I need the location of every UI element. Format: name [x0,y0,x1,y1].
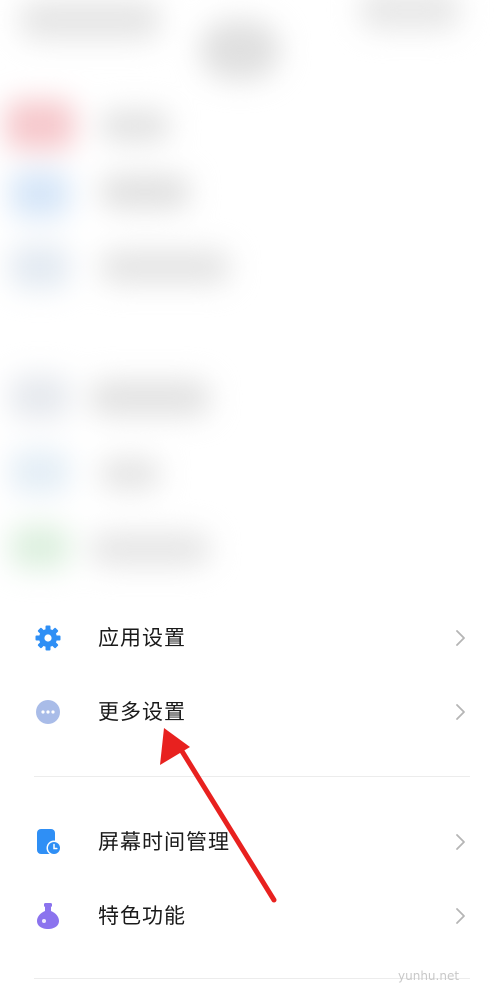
watermark-text: yunhu.net [398,969,460,983]
chevron-right-icon [456,834,465,850]
chevron-right-icon [456,630,465,646]
settings-item-label: 屏幕时间管理 [98,830,230,854]
settings-item-special-features[interactable]: 特色功能 [0,880,500,950]
settings-item-screen-time[interactable]: 屏幕时间管理 [0,806,500,876]
section-divider [34,776,470,777]
blurred-text-3 [100,250,230,284]
settings-item-app-settings[interactable]: 应用设置 [0,602,500,672]
blurred-icon-5 [10,450,70,494]
blurred-top-left [20,0,160,40]
gear-icon [35,625,61,651]
chevron-right-icon [456,908,465,924]
more-dots-icon [36,700,60,724]
screen-time-icon [37,829,62,856]
blurred-text-1 [100,110,170,142]
chevron-right-icon [456,704,465,720]
blurred-text-6 [90,532,210,566]
settings-item-label: 更多设置 [98,700,186,724]
blurred-top-right [360,0,460,30]
settings-item-more-settings[interactable]: 更多设置 [0,676,500,746]
flask-icon [37,903,59,929]
blurred-text-2 [100,175,190,209]
settings-item-label: 应用设置 [98,626,186,650]
blurred-icon-3 [10,245,70,289]
blurred-icon-green [10,525,70,569]
blurred-settings-section [0,0,500,620]
blurred-text-5 [100,458,160,490]
blurred-avatar [200,20,280,80]
blurred-icon-4 [10,375,70,419]
blur-layer [0,0,500,620]
settings-item-label: 特色功能 [98,904,186,928]
blurred-text-4 [90,380,210,416]
blurred-icon-red [5,100,75,150]
blurred-icon-blue [10,170,70,218]
